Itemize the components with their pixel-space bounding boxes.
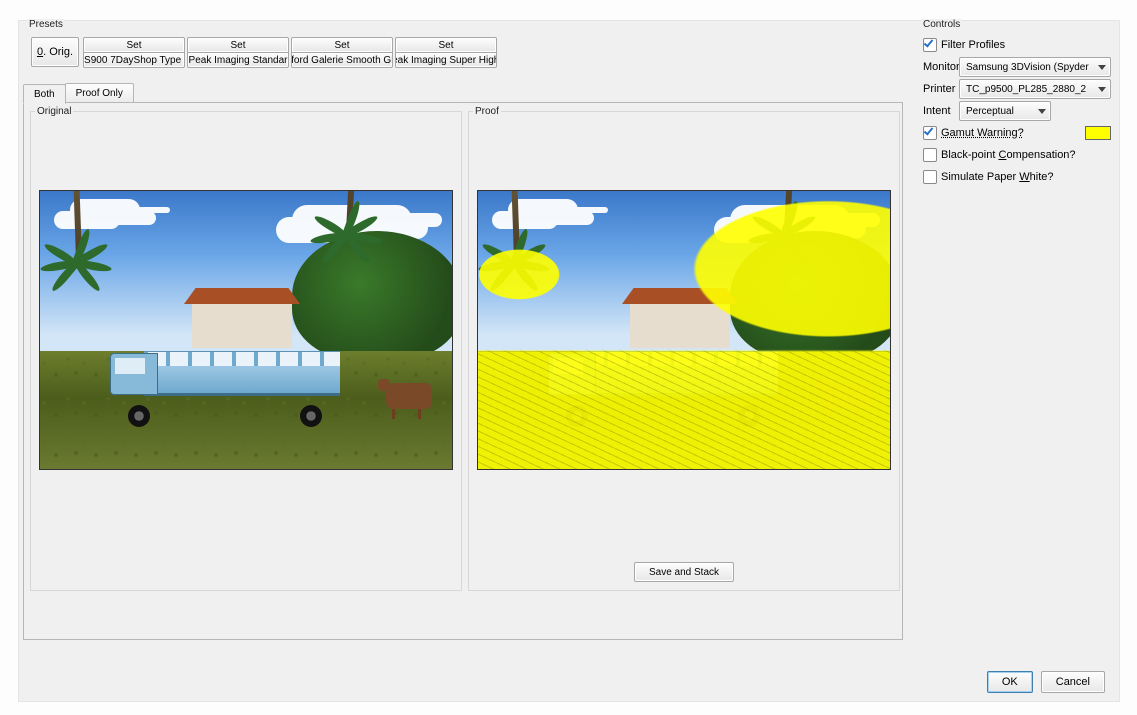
intent-value: Perceptual <box>966 106 1014 117</box>
gamut-warning-color-swatch[interactable] <box>1085 126 1111 140</box>
dialog-footer: OK Cancel <box>987 671 1105 693</box>
black-point-checkbox[interactable] <box>923 148 937 162</box>
preset-orig-label: 0. Orig. <box>37 46 73 58</box>
preset-apply-button-3[interactable]: 3. Ilford Galerie Smooth Gloss <box>291 52 393 68</box>
printer-select[interactable]: TC_p9500_PL285_2880_2 <box>959 79 1111 99</box>
monitor-select[interactable]: Samsung 3DVision (Spyder <box>959 57 1111 77</box>
filter-profiles-label: Filter Profiles <box>941 39 1005 51</box>
preset-apply-button-4[interactable]: 4. Peak Imaging Super High Glo <box>395 52 497 68</box>
preset-slot-4: Set 4. Peak Imaging Super High Glo <box>395 37 495 68</box>
monitor-label: Monitor <box>923 61 959 73</box>
intent-label: Intent <box>923 105 959 117</box>
gamut-warning-checkbox[interactable] <box>923 126 937 140</box>
preset-set-button-3[interactable]: Set <box>291 37 393 53</box>
printer-label: Printer <box>923 83 959 95</box>
cancel-button[interactable]: Cancel <box>1041 671 1105 693</box>
tab-proof-only[interactable]: Proof Only <box>65 83 134 102</box>
ok-button[interactable]: OK <box>987 671 1033 693</box>
presets-group: Presets 0. Orig. Set 1. S900 7DayShop Ty… <box>23 25 903 73</box>
gamut-warning-label: Gamut Warning? <box>941 127 1024 139</box>
preset-slot-1: Set 1. S900 7DayShop Type 41 <box>83 37 183 68</box>
filter-profiles-checkbox[interactable] <box>923 38 937 52</box>
preset-set-button-1[interactable]: Set <box>83 37 185 53</box>
simulate-white-label: Simulate Paper White? <box>941 171 1054 183</box>
original-preview[interactable] <box>39 190 453 470</box>
tab-page-both: Original <box>23 102 903 640</box>
preview-tabs: Both Proof Only Original <box>23 83 903 640</box>
presets-row: 0. Orig. Set 1. S900 7DayShop Type 41 Se… <box>31 37 495 68</box>
monitor-value: Samsung 3DVision (Spyder <box>966 62 1089 73</box>
proof-preview[interactable] <box>477 190 891 470</box>
presets-label: Presets <box>27 19 65 30</box>
chevron-down-icon <box>1098 65 1106 70</box>
preset-slot-2: Set 2. Peak Imaging Standard.. <box>187 37 287 68</box>
preset-set-button-2[interactable]: Set <box>187 37 289 53</box>
proof-title: Proof <box>473 106 501 117</box>
controls-group: Controls Filter Profiles Monitor Samsung… <box>923 25 1111 187</box>
soft-proof-dialog: Presets 0. Orig. Set 1. S900 7DayShop Ty… <box>18 20 1120 702</box>
gamut-warning-overlay <box>478 191 890 469</box>
intent-select[interactable]: Perceptual <box>959 101 1051 121</box>
preset-slot-3: Set 3. Ilford Galerie Smooth Gloss <box>291 37 391 68</box>
original-title: Original <box>35 106 73 117</box>
original-panel: Original <box>30 111 462 591</box>
save-and-stack-button[interactable]: Save and Stack <box>634 562 734 582</box>
tab-strip: Both Proof Only <box>23 83 903 103</box>
tab-both[interactable]: Both <box>23 84 66 104</box>
preset-set-button-4[interactable]: Set <box>395 37 497 53</box>
preset-apply-button-2[interactable]: 2. Peak Imaging Standard.. <box>187 52 289 68</box>
chevron-down-icon <box>1098 87 1106 92</box>
black-point-label: Black-point Compensation? <box>941 149 1076 161</box>
preset-orig-button[interactable]: 0. Orig. <box>31 37 79 67</box>
controls-label: Controls <box>921 19 962 30</box>
printer-value: TC_p9500_PL285_2880_2 <box>966 84 1086 95</box>
chevron-down-icon <box>1038 109 1046 114</box>
simulate-paper-white-checkbox[interactable] <box>923 170 937 184</box>
proof-panel: Proof <box>468 111 900 591</box>
preset-apply-button-1[interactable]: 1. S900 7DayShop Type 41 <box>83 52 185 68</box>
